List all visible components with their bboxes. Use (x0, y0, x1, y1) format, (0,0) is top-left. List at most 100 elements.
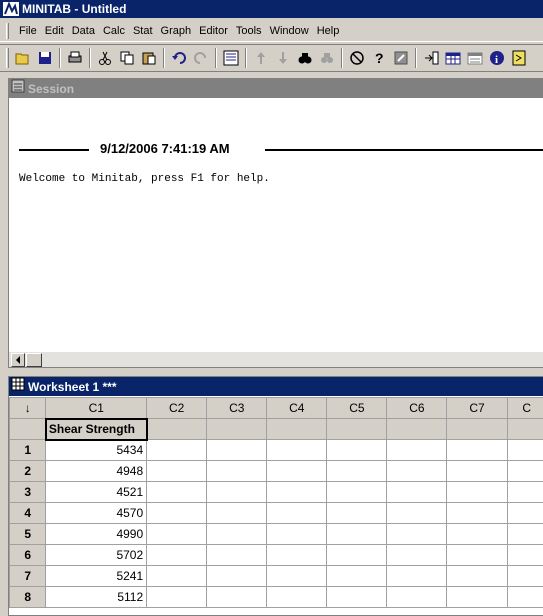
cell-c1[interactable]: 4521 (46, 482, 147, 503)
cell[interactable] (447, 566, 507, 587)
cell[interactable] (327, 503, 387, 524)
row-header[interactable]: 2 (10, 461, 46, 482)
cell[interactable] (327, 440, 387, 461)
cell[interactable] (387, 587, 447, 608)
cell-c1[interactable]: 4990 (46, 524, 147, 545)
column-name-c5[interactable] (327, 419, 387, 440)
down-arrow-icon[interactable] (272, 47, 294, 69)
column-header-c8[interactable]: C (507, 398, 543, 419)
cell[interactable] (147, 566, 207, 587)
up-arrow-icon[interactable] (250, 47, 272, 69)
copy-icon[interactable] (116, 47, 138, 69)
cell[interactable] (147, 503, 207, 524)
column-header-c1[interactable]: C1 (46, 398, 147, 419)
cell[interactable] (207, 566, 267, 587)
cell[interactable] (327, 545, 387, 566)
cell[interactable] (507, 503, 543, 524)
menu-editor[interactable]: Editor (195, 22, 232, 40)
menu-graph[interactable]: Graph (157, 22, 196, 40)
cell[interactable] (447, 440, 507, 461)
column-header-c7[interactable]: C7 (447, 398, 507, 419)
worksheet-grid[interactable]: ↓ C1 C2 C3 C4 C5 C6 C7 C Shear Strength … (9, 397, 543, 608)
column-header-c3[interactable]: C3 (207, 398, 267, 419)
cell[interactable] (327, 524, 387, 545)
session-window[interactable]: Session 9/12/2006 7:41:19 AM Welcome to … (8, 78, 543, 368)
cell-c1[interactable]: 5702 (46, 545, 147, 566)
column-header-c5[interactable]: C5 (327, 398, 387, 419)
cell[interactable] (507, 482, 543, 503)
menu-edit[interactable]: Edit (41, 22, 68, 40)
session-caption[interactable]: Session (9, 79, 543, 98)
cell[interactable] (447, 545, 507, 566)
row-header[interactable]: 7 (10, 566, 46, 587)
cell[interactable] (507, 524, 543, 545)
menu-calc[interactable]: Calc (99, 22, 129, 40)
cut-icon[interactable] (94, 47, 116, 69)
cell[interactable] (387, 461, 447, 482)
history-icon[interactable] (464, 47, 486, 69)
worksheet-window[interactable]: Worksheet 1 *** ↓ C1 C2 C3 C4 C5 C6 C7 C… (8, 376, 543, 616)
row-header[interactable]: 6 (10, 545, 46, 566)
cell[interactable] (447, 503, 507, 524)
menu-stat[interactable]: Stat (129, 22, 157, 40)
cell[interactable] (207, 503, 267, 524)
find-icon[interactable] (294, 47, 316, 69)
row-header[interactable]: 5 (10, 524, 46, 545)
cell[interactable] (447, 461, 507, 482)
column-name-c8[interactable] (507, 419, 543, 440)
save-icon[interactable] (34, 47, 56, 69)
replace-icon[interactable] (316, 47, 338, 69)
row-header[interactable]: 1 (10, 440, 46, 461)
cell[interactable] (327, 587, 387, 608)
cell-c1[interactable]: 5434 (46, 440, 147, 461)
menu-tools[interactable]: Tools (232, 22, 266, 40)
assistant-icon[interactable] (390, 47, 412, 69)
column-name-c6[interactable] (387, 419, 447, 440)
column-name-c7[interactable] (447, 419, 507, 440)
open-icon[interactable] (12, 47, 34, 69)
cell[interactable] (327, 482, 387, 503)
cell[interactable] (207, 524, 267, 545)
session-icon[interactable] (420, 47, 442, 69)
column-header-c2[interactable]: C2 (147, 398, 207, 419)
menu-help[interactable]: Help (313, 22, 344, 40)
cell[interactable] (387, 545, 447, 566)
column-header-c6[interactable]: C6 (387, 398, 447, 419)
cell[interactable] (207, 587, 267, 608)
row-header[interactable]: 3 (10, 482, 46, 503)
cell[interactable] (267, 440, 327, 461)
cell[interactable] (327, 566, 387, 587)
cell[interactable] (147, 524, 207, 545)
cell[interactable] (267, 482, 327, 503)
cell[interactable] (147, 461, 207, 482)
report-icon[interactable] (508, 47, 530, 69)
worksheet-caption[interactable]: Worksheet 1 *** (9, 377, 543, 396)
cell[interactable] (267, 461, 327, 482)
cell-c1[interactable]: 4948 (46, 461, 147, 482)
cell-c1[interactable]: 4570 (46, 503, 147, 524)
cell-c1[interactable]: 5112 (46, 587, 147, 608)
column-name-c2[interactable] (147, 419, 207, 440)
menu-data[interactable]: Data (68, 22, 99, 40)
cell[interactable] (267, 524, 327, 545)
cell[interactable] (507, 545, 543, 566)
column-name-c4[interactable] (267, 419, 327, 440)
cell[interactable] (207, 461, 267, 482)
redo-icon[interactable] (190, 47, 212, 69)
worksheet-view-icon[interactable] (220, 47, 242, 69)
cell[interactable] (387, 566, 447, 587)
cell[interactable] (207, 545, 267, 566)
column-name-c3[interactable] (207, 419, 267, 440)
cell[interactable] (387, 524, 447, 545)
menu-window[interactable]: Window (266, 22, 313, 40)
cell[interactable] (147, 482, 207, 503)
cell[interactable] (507, 440, 543, 461)
print-icon[interactable] (64, 47, 86, 69)
undo-icon[interactable] (168, 47, 190, 69)
cell[interactable] (447, 587, 507, 608)
cell[interactable] (447, 482, 507, 503)
scroll-left-button[interactable] (11, 353, 25, 367)
column-name-c1[interactable]: Shear Strength (46, 419, 147, 440)
cell[interactable] (387, 482, 447, 503)
cell[interactable] (147, 440, 207, 461)
